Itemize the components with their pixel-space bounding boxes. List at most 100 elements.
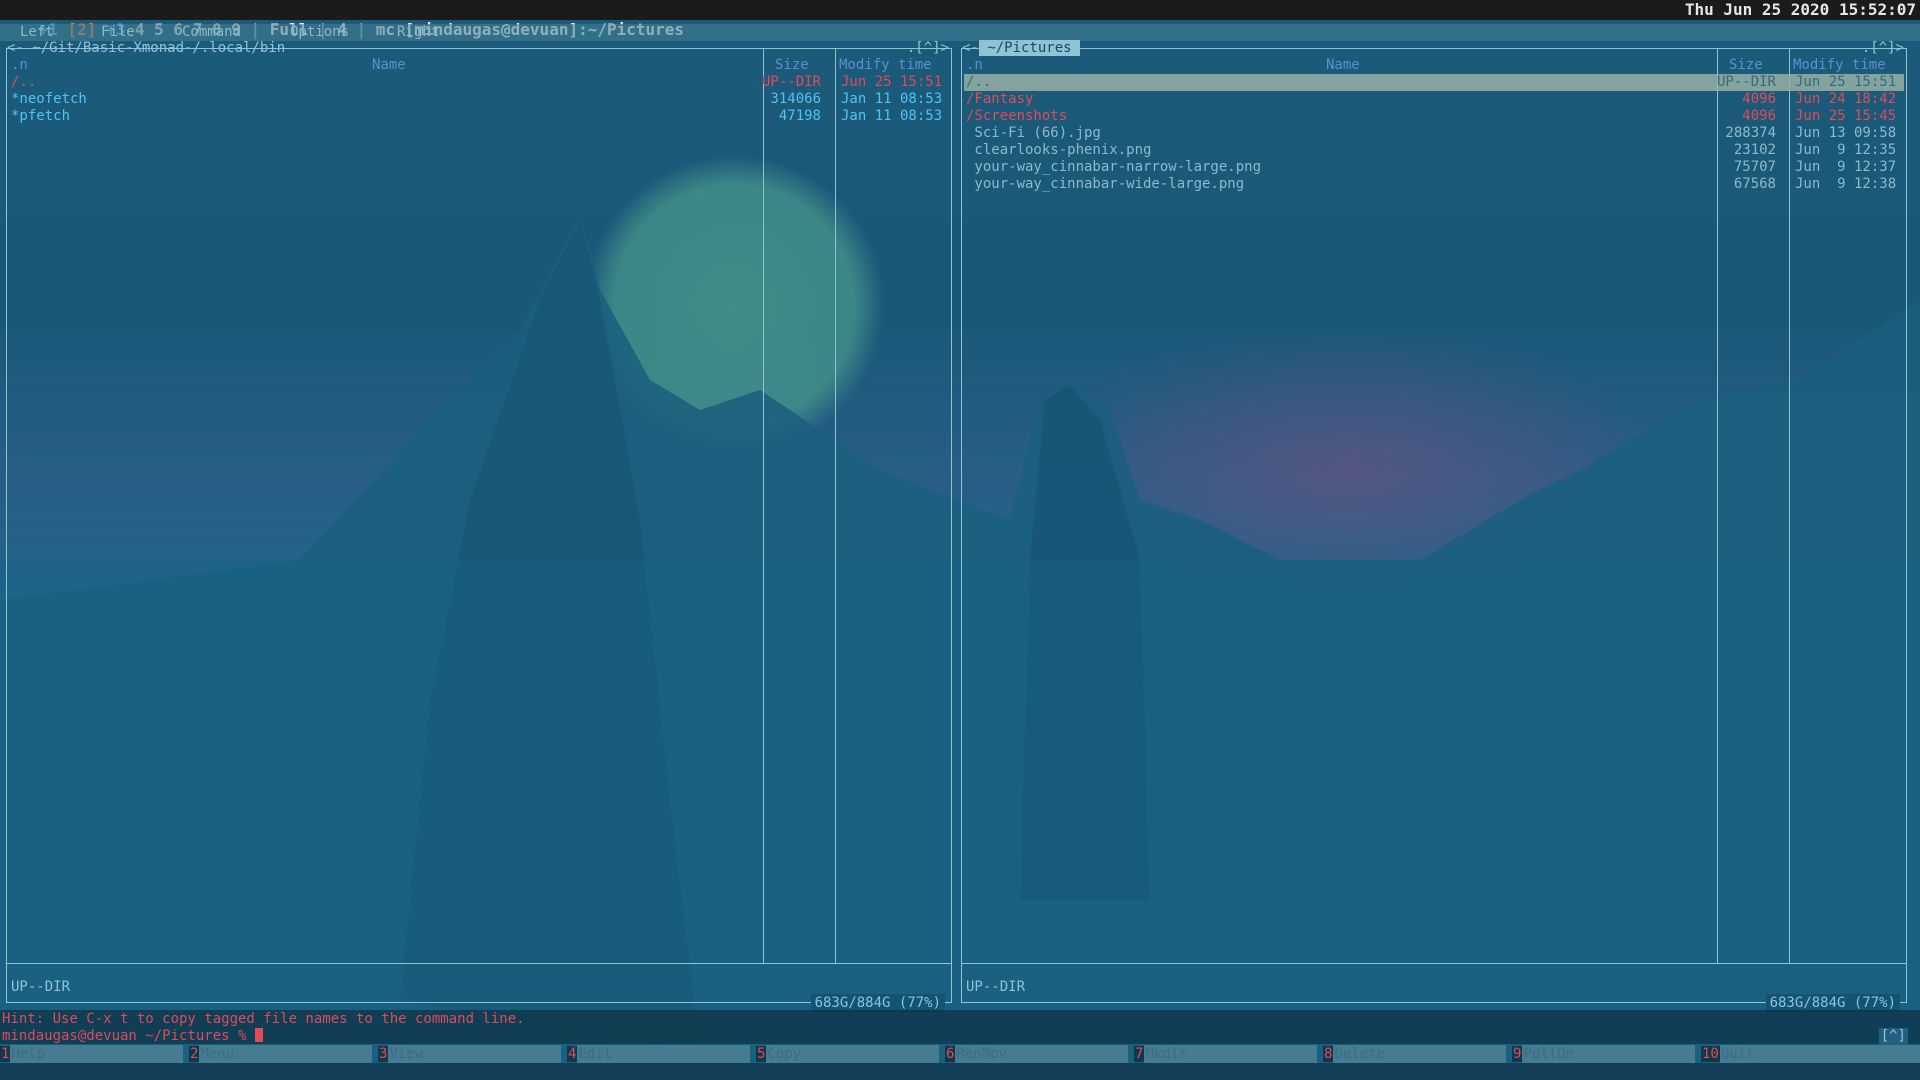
mini-status: UP--DIR [11,979,71,995]
left-panel[interactable]: <- ~/Git/Basic-Xmonad-/.local/bin .[^]> … [6,40,952,1012]
fkey-renmov[interactable]: 6 RenMov [945,1045,1129,1063]
right-panel-corner[interactable]: .[^]> [1862,39,1904,57]
file-size: 288374 [1725,125,1776,141]
xmonad-status-bar: +1 [2] +3 4 5 6 7 8 9 | Full | 4 | mc [m… [0,0,1920,39]
fkey-edit[interactable]: 4 Edit [567,1045,751,1063]
column-header-name[interactable]: Name [1326,57,1360,74]
file-row[interactable]: your-way_cinnabar-wide-large.png 67568 J… [964,176,1904,193]
column-header-size[interactable]: Size [1729,57,1763,74]
fkey-number: 5 [756,1046,767,1062]
fkey-label: Mkdir [1144,1045,1318,1063]
mc-menu-bar: Left File Command Options Right [0,24,1920,41]
file-row[interactable]: your-way_cinnabar-narrow-large.png 75707… [964,159,1904,176]
file-size: 23102 [1733,142,1776,158]
left-panel-title[interactable]: <- ~/Git/Basic-Xmonad-/.local/bin [7,39,285,57]
fkey-label: PullDn [1522,1045,1696,1063]
column-header-name[interactable]: Name [372,57,406,74]
file-size: 4096 [1742,108,1776,124]
fkey-number: 10 [1701,1046,1720,1062]
column-divider [835,49,836,964]
fkey-number: 8 [1323,1046,1334,1062]
file-mtime: Jun 13 09:58 [1795,125,1897,141]
file-row[interactable]: *pfetch 47198 Jan 11 08:53 [9,108,949,125]
file-mtime: Jun 9 12:37 [1795,159,1897,175]
subshell-toggle[interactable]: [^] [1878,1028,1908,1045]
right-panel-title-path: ~/Pictures [978,40,1081,56]
file-size: 67568 [1733,176,1776,192]
mini-status: UP--DIR [966,979,1026,995]
file-row[interactable]: /Fantasy 4096 Jun 24 18:42 [964,91,1904,108]
sort-indicator[interactable]: .n [966,57,983,74]
terminal-bottom-padding [0,1063,1920,1080]
fkey-label: Edit [577,1045,751,1063]
file-size: 314066 [770,91,821,107]
menu-right[interactable]: Right [397,24,439,41]
fkey-help[interactable]: 1 Help [0,1045,184,1063]
fkey-label: Delete [1333,1045,1507,1063]
panel-separator [7,963,951,964]
fkey-mkdir[interactable]: 7 Mkdir [1134,1045,1318,1063]
right-panel-title-arrow: <- [962,40,979,56]
fkey-view[interactable]: 3 View [378,1045,562,1063]
column-header-size[interactable]: Size [775,57,809,74]
column-header-mtime[interactable]: Modify time [839,57,932,74]
column-header-mtime[interactable]: Modify time [1793,57,1886,74]
file-name: clearlooks-phenix.png [966,142,1152,158]
fkey-label: Quit [1719,1045,1920,1063]
right-panel[interactable]: <- ~/Pictures .[^]> .n Name Size Modify … [961,40,1907,1012]
file-size: 4096 [1742,91,1776,107]
fkey-number: 9 [1512,1046,1523,1062]
file-row[interactable]: Sci-Fi (66).jpg 288374 Jun 13 09:58 [964,125,1904,142]
file-name: /.. [11,74,37,90]
fkey-number: 7 [1134,1046,1145,1062]
file-size: 47198 [778,108,821,124]
hint-area: Hint: Use C-x t to copy tagged file name… [0,1010,1920,1045]
file-name: /Screenshots [966,108,1068,124]
file-size: UP--DIR [761,74,821,90]
file-row-selected[interactable]: /.. UP--DIR Jun 25 15:51 [964,74,1904,91]
fkey-copy[interactable]: 5 Copy [756,1045,940,1063]
file-mtime: Jun 9 12:38 [1795,176,1897,192]
file-mtime: Jun 25 15:45 [1795,108,1897,124]
fkey-number: 4 [567,1046,578,1062]
command-line[interactable]: mindaugas@devuan ~/Pictures % [2,1028,263,1045]
left-panel-corner[interactable]: .[^]> [907,39,949,57]
file-mtime: Jan 11 08:53 [841,108,943,124]
fkey-menu[interactable]: 2 Menu [189,1045,373,1063]
file-size: 75707 [1733,159,1776,175]
file-mtime: Jun 24 18:42 [1795,91,1897,107]
fkey-delete[interactable]: 8 Delete [1323,1045,1507,1063]
file-mtime: Jun 25 15:51 [841,74,943,90]
file-size: UP--DIR [1716,74,1776,90]
file-row[interactable]: /Screenshots 4096 Jun 25 15:45 [964,108,1904,125]
right-panel-title[interactable]: <- ~/Pictures [962,39,1081,57]
fkey-number: 1 [0,1046,11,1062]
fkey-number: 2 [189,1046,200,1062]
fkey-label: Menu [199,1045,373,1063]
file-name: your-way_cinnabar-narrow-large.png [966,159,1262,175]
fkey-label: View [388,1045,562,1063]
fkey-pulldn[interactable]: 9 PullDn [1512,1045,1696,1063]
hint-text: Hint: Use C-x t to copy tagged file name… [2,1011,525,1027]
column-divider [763,49,764,964]
fkey-label: RenMov [955,1045,1129,1063]
file-mtime: Jan 11 08:53 [841,91,943,107]
file-name: *pfetch [11,108,71,124]
fkey-label: Help [10,1045,184,1063]
file-row[interactable]: *neofetch 314066 Jan 11 08:53 [9,91,949,108]
file-mtime: Jun 25 15:51 [1795,74,1897,90]
file-name: /Fantasy [966,91,1034,107]
command-prompt: mindaugas@devuan ~/Pictures % [2,1028,255,1044]
fkey-number: 6 [945,1046,956,1062]
file-row[interactable]: /.. UP--DIR Jun 25 15:51 [9,74,949,91]
text-cursor [254,1028,263,1042]
fkey-quit[interactable]: 10 Quit [1701,1045,1920,1063]
function-key-bar: 1 Help 2 Menu 3 View 4 Edit 5 Copy 6 RenMov 7M… [0,1045,1920,1063]
file-row[interactable]: clearlooks-phenix.png 23102 Jun 9 12:35 [964,142,1904,159]
file-mtime: Jun 9 12:35 [1795,142,1897,158]
sort-indicator[interactable]: .n [11,57,28,74]
menu-options[interactable]: Options [290,24,349,41]
file-name: Sci-Fi (66).jpg [966,125,1101,141]
panel-separator [962,963,1906,964]
file-name: /.. [966,74,992,90]
